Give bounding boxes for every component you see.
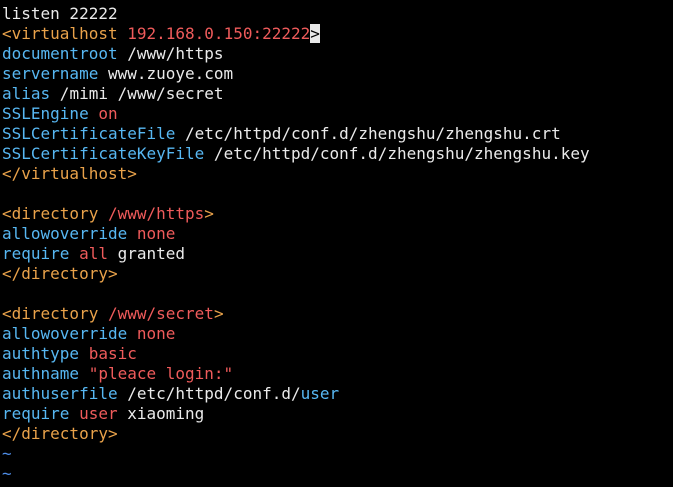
code-token: authuserfile (2, 384, 118, 403)
code-token: basic (79, 344, 137, 363)
editor-line: SSLCertificateFile /etc/httpd/conf.d/zhe… (2, 124, 673, 144)
terminal-window[interactable]: listen 22222 <virtualhost 192.168.0.150:2… (0, 0, 673, 487)
code-token: </virtualhost> (2, 164, 137, 183)
editor-line: </directory> (2, 264, 673, 284)
editor-line: require all granted (2, 244, 673, 264)
empty-line-marker: ~ (2, 444, 12, 463)
code-token: require (2, 244, 70, 263)
code-token: </directory> (2, 424, 118, 443)
code-token: require (2, 404, 70, 423)
code-token: SSLCertificateKeyFile (2, 144, 205, 163)
code-token: servername (2, 64, 99, 83)
code-token: SSLCertificateFile (2, 124, 176, 143)
editor-line: <virtualhost 192.168.0.150:22222> (2, 24, 673, 44)
editor-line: alias /mimi /www/secret (2, 84, 673, 104)
code-token: /etc/httpd/conf.d/zhengshu/zhengshu.crt (175, 124, 561, 143)
code-token: user (300, 384, 340, 403)
editor-line: <directory /www/secret> (2, 304, 673, 324)
editor-line: ~ (2, 464, 673, 484)
code-token: none (127, 324, 176, 343)
code-token: </directory> (2, 264, 118, 283)
code-token: none (127, 224, 176, 243)
code-token: user (69, 404, 118, 423)
code-token: 192.168.0.150:22222 (127, 24, 311, 43)
code-token: <virtualhost (2, 24, 128, 43)
code-token: > (213, 304, 224, 323)
code-token: <directory (2, 304, 108, 323)
code-token: documentroot (2, 44, 118, 63)
code-token: xiaoming (117, 404, 205, 423)
editor-line: SSLCertificateKeyFile /etc/httpd/conf.d/… (2, 144, 673, 164)
code-token: SSLEngine (2, 104, 89, 123)
code-token: /www/https (107, 204, 205, 223)
editor-line: </directory> (2, 424, 673, 444)
code-token: authname (2, 364, 80, 383)
code-token: > (204, 204, 214, 223)
code-token: authtype (2, 344, 80, 363)
editor-line: servername www.zuoye.com (2, 64, 673, 84)
text-cursor: > (310, 24, 320, 43)
code-token: /mimi /www/secret (50, 84, 224, 103)
editor-line: authtype basic (2, 344, 673, 364)
editor-line: require user xiaoming (2, 404, 673, 424)
editor-line: SSLEngine on (2, 104, 673, 124)
code-token: <directory (2, 204, 108, 223)
code-token: all (69, 244, 108, 263)
code-token: on (88, 104, 118, 123)
vim-editor-buffer[interactable]: listen 22222 <virtualhost 192.168.0.150:2… (0, 0, 673, 484)
code-token: www.zuoye.com (98, 64, 234, 83)
code-token: alias (2, 84, 51, 103)
code-token: allowoverride (2, 324, 128, 343)
editor-line: authname "pleace login:" (2, 364, 673, 384)
code-token: /etc/httpd/conf.d/zhengshu/zhengshu.key (204, 144, 590, 163)
editor-line: documentroot /www/https (2, 44, 673, 64)
editor-line: <directory /www/https> (2, 204, 673, 224)
code-token: listen 22222 (2, 4, 118, 23)
empty-line-marker: ~ (2, 464, 12, 483)
code-token: /etc/httpd/conf.d/ (117, 384, 301, 403)
code-token: /www/secret (107, 304, 214, 323)
code-token: allowoverride (2, 224, 128, 243)
editor-line: allowoverride none (2, 224, 673, 244)
editor-line: listen 22222 (2, 4, 673, 24)
editor-line: </virtualhost> (2, 164, 673, 184)
editor-line: authuserfile /etc/httpd/conf.d/user (2, 384, 673, 404)
editor-line: ~ (2, 444, 673, 464)
code-token: /www/https (117, 44, 224, 63)
editor-line: allowoverride none (2, 324, 673, 344)
code-token: "pleace login:" (79, 364, 234, 383)
code-token: granted (107, 244, 186, 263)
